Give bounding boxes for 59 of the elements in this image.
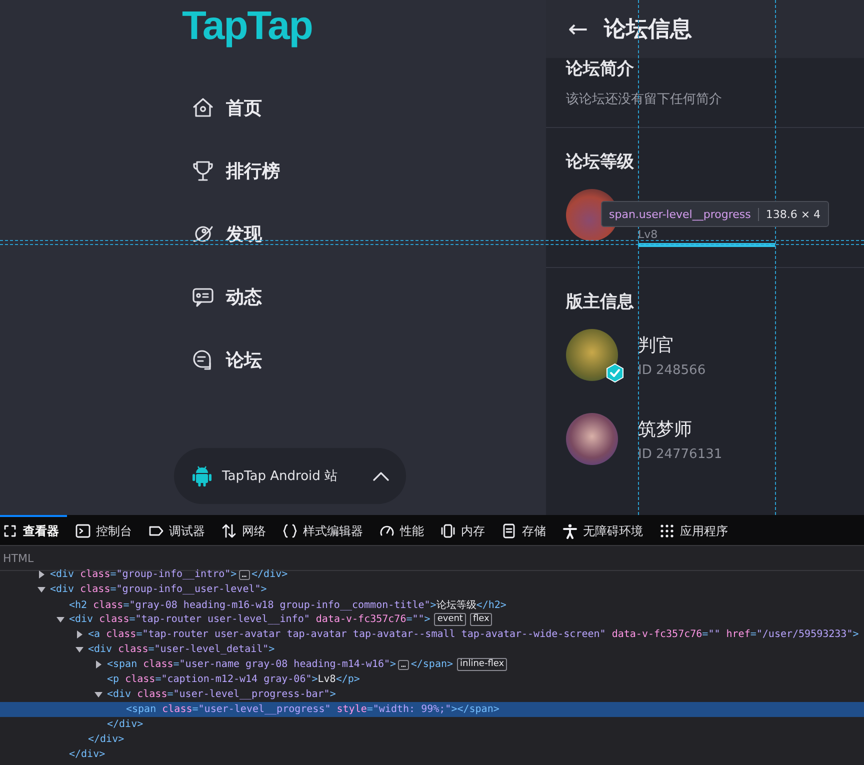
section-heading: 论坛简介	[566, 58, 635, 80]
moderator-name[interactable]: 判官	[638, 332, 674, 356]
devtools-tab[interactable]: 应用程序	[651, 515, 736, 545]
platform-switch-button[interactable]: TapTap Android 站	[174, 448, 406, 504]
level-caption: Lv8	[638, 229, 658, 241]
markup-line[interactable]: <h2 class="gray-08 heading-m16-w18 group-info__common-title">论坛等级</h2>	[69, 598, 506, 612]
devtools-tab[interactable]: 无障碍环境	[554, 515, 651, 545]
house-icon	[191, 96, 215, 120]
trophy-icon	[191, 159, 215, 183]
logo[interactable]: TapTap	[182, 6, 312, 46]
devtools-tab[interactable]: 调试器	[140, 515, 213, 545]
devtools-tab[interactable]: 内存	[432, 515, 493, 545]
nav-item[interactable]: 论坛	[191, 340, 262, 380]
frame-icon	[2, 523, 18, 539]
badge[interactable]: inline-flex	[457, 658, 508, 671]
person-icon	[562, 523, 578, 539]
devtools-tab[interactable]: 存储	[493, 515, 554, 545]
chip-icon	[440, 523, 456, 539]
markup-line[interactable]: </div>	[107, 719, 144, 730]
markup-line[interactable]: </div>	[69, 749, 106, 760]
android-icon	[192, 465, 212, 487]
devtools-tab[interactable]: 控制台	[67, 515, 140, 545]
markup-line[interactable]: <div class="user-level__progress-bar">	[107, 689, 336, 700]
markup-line[interactable]: <div class="user-level_detail">	[88, 644, 275, 655]
element-selector: span.user-level__progress	[609, 208, 759, 220]
markup-line[interactable]: <span class="user-name gray-08 heading-m14-w16"> … </span>	[107, 659, 454, 670]
element-size: 138.6 × 4	[766, 208, 821, 220]
grid-icon	[659, 523, 675, 539]
devtools-tab[interactable]: 样式编辑器	[274, 515, 371, 545]
badge[interactable]: event	[434, 613, 466, 626]
panel-title: 论坛信息	[604, 16, 692, 44]
nav-item[interactable]: 动态	[191, 277, 262, 317]
back-button[interactable]: ←	[568, 17, 588, 41]
document-icon	[501, 523, 517, 539]
arrows-icon	[221, 523, 237, 539]
devtools-tab[interactable]: 性能	[371, 515, 432, 545]
console-icon	[75, 523, 91, 539]
nav-item[interactable]: 首页	[191, 88, 262, 128]
section-heading: 论坛等级	[566, 151, 635, 173]
user-avatar[interactable]	[566, 413, 618, 465]
chat-card-icon	[191, 285, 215, 309]
badge[interactable]: flex	[470, 613, 492, 626]
moderator-id: ID 24776131	[638, 446, 722, 462]
markup-line[interactable]: <a class="tap-router user-avatar tap-avatar tap-avatar--small tap-avatar--wide-screen" data-v-fc357c76="" href="/user/59593233">	[88, 629, 859, 640]
moderator-name[interactable]: 筑梦师	[638, 416, 692, 440]
markup-line[interactable]: <p class="caption-m12-w14 gray-06">Lv8</p>	[107, 674, 360, 685]
forum-description: 该论坛还没有留下任何简介	[566, 91, 723, 108]
moderator-id: ID 248566	[638, 362, 706, 378]
markup-line[interactable]: <div class="tap-router user-level__info" data-v-fc357c76="">	[69, 614, 430, 625]
nav-item[interactable]: 排行榜	[191, 151, 280, 191]
devtools-tab[interactable]: 网络	[213, 515, 274, 545]
section-heading: 版主信息	[566, 291, 635, 313]
braces-icon	[282, 523, 298, 539]
breadcrumb[interactable]: HTML	[3, 552, 34, 564]
markup-line[interactable]: </div>	[88, 734, 124, 745]
user-avatar[interactable]	[566, 329, 618, 381]
moderator-row[interactable]: 筑梦师 ID 24776131	[566, 409, 844, 469]
markup-line[interactable]: <div class="group-info__intro"> … </div>	[50, 569, 288, 580]
markup-line[interactable]: <div class="group-info__user-level">	[50, 584, 267, 595]
